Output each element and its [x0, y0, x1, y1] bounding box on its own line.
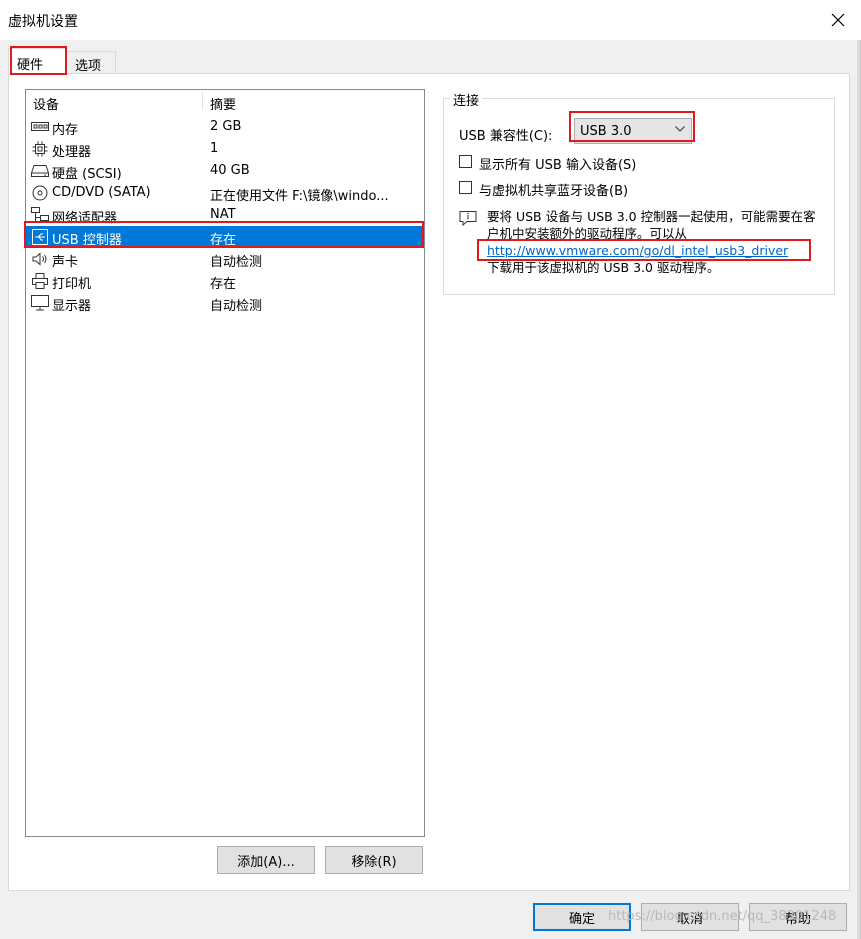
device-name: CD/DVD (SATA) — [52, 185, 151, 200]
add-button[interactable]: 添加(A)... — [217, 846, 315, 874]
device-summary: NAT — [210, 207, 236, 222]
device-summary: 存在 — [210, 233, 237, 248]
tab-hardware[interactable]: 硬件 — [8, 48, 66, 75]
title-bar: 虚拟机设置 — [0, 0, 861, 40]
chevron-down-icon — [675, 126, 685, 132]
cd-dvd-icon — [31, 185, 49, 201]
device-summary: 自动检测 — [210, 255, 263, 270]
column-header-device[interactable]: 设备 — [33, 94, 59, 113]
device-name: 网络适配器 — [52, 211, 118, 226]
device-list: 设备 摘要 内存 2 GB 处理器 1 硬盘 (SCSI) 40 GB CD/D… — [25, 89, 425, 837]
device-summary: 1 — [210, 141, 219, 156]
device-name: 打印机 — [52, 277, 92, 292]
usb3-info-line: 下载用于该虚拟机的 USB 3.0 驱动程序。 — [487, 260, 720, 275]
checkbox-box[interactable] — [459, 181, 472, 194]
network-adapter-icon — [31, 207, 49, 223]
connection-group-label: 连接 — [450, 90, 483, 109]
speaker-icon — [31, 251, 49, 267]
device-row-sound-card[interactable]: 声卡 自动检测 — [26, 248, 424, 270]
connection-group: 连接 USB 兼容性(C): USB 3.0 显示所有 USB 输入设备(S) … — [443, 90, 835, 295]
device-summary: 正在使用文件 F:\镜像\windo... — [210, 189, 389, 204]
monitor-icon — [31, 295, 49, 311]
checkbox-box[interactable] — [459, 155, 472, 168]
device-row-cd-dvd[interactable]: CD/DVD (SATA) 正在使用文件 F:\镜像\windo... — [26, 182, 424, 204]
device-row-display[interactable]: 显示器 自动检测 — [26, 292, 424, 314]
window-edge — [857, 40, 860, 939]
ok-button[interactable]: 确定 — [533, 903, 631, 931]
processor-icon — [31, 141, 49, 157]
usb3-driver-link[interactable]: http://www.vmware.com/go/dl_intel_usb3_d… — [487, 243, 788, 258]
device-name: 显示器 — [52, 299, 92, 314]
device-name: 内存 — [52, 123, 79, 138]
share-bluetooth-label: 与虚拟机共享蓝牙设备(B) — [479, 184, 629, 199]
usb-icon — [31, 229, 49, 245]
device-name: 处理器 — [52, 145, 92, 160]
device-row-usb-controller[interactable]: USB 控制器 存在 — [26, 226, 424, 248]
usb3-info-line: 要将 USB 设备与 USB 3.0 控制器一起使用，可能需要在客户机中安装额外… — [487, 209, 816, 241]
hardware-panel: 设备 摘要 内存 2 GB 处理器 1 硬盘 (SCSI) 40 GB CD/D… — [8, 73, 850, 891]
close-button[interactable] — [815, 0, 861, 40]
device-name: 声卡 — [52, 255, 79, 270]
column-separator[interactable] — [202, 92, 203, 110]
usb-compat-select[interactable]: USB 3.0 — [574, 118, 692, 144]
help-button[interactable]: 帮助 — [749, 903, 847, 931]
device-summary: 自动检测 — [210, 299, 263, 314]
remove-button[interactable]: 移除(R) — [325, 846, 423, 874]
device-row-printer[interactable]: 打印机 存在 — [26, 270, 424, 292]
close-icon — [831, 13, 845, 27]
printer-icon — [31, 273, 49, 289]
window-title: 虚拟机设置 — [8, 14, 78, 30]
usb-compat-value: USB 3.0 — [580, 124, 632, 139]
memory-icon — [31, 119, 49, 135]
device-list-header: 设备 摘要 — [26, 90, 424, 113]
cancel-button[interactable]: 取消 — [641, 903, 739, 931]
device-row-harddisk[interactable]: 硬盘 (SCSI) 40 GB — [26, 160, 424, 182]
share-bluetooth-checkbox[interactable]: 与虚拟机共享蓝牙设备(B) — [459, 179, 679, 199]
column-header-summary[interactable]: 摘要 — [210, 94, 236, 113]
device-row-processor[interactable]: 处理器 1 — [26, 138, 424, 160]
device-name: USB 控制器 — [52, 233, 122, 248]
tab-options[interactable]: 选项 — [66, 51, 116, 74]
vm-settings-window: 虚拟机设置 硬件 选项 设备 摘要 内存 2 GB 处理器 1 硬盘 (SCSI… — [0, 0, 861, 939]
device-summary: 存在 — [210, 277, 237, 292]
info-icon — [459, 211, 477, 226]
usb3-info-text: 要将 USB 设备与 USB 3.0 控制器一起使用，可能需要在客户机中安装额外… — [487, 208, 827, 276]
device-summary: 40 GB — [210, 163, 250, 178]
harddisk-icon — [31, 163, 49, 179]
device-summary: 2 GB — [210, 119, 242, 134]
device-row-network-adapter[interactable]: 网络适配器 NAT — [26, 204, 424, 226]
usb-compat-label: USB 兼容性(C): — [459, 129, 553, 144]
device-name: 硬盘 (SCSI) — [52, 167, 122, 182]
device-row-memory[interactable]: 内存 2 GB — [26, 116, 424, 138]
show-all-usb-label: 显示所有 USB 输入设备(S) — [479, 158, 637, 173]
show-all-usb-checkbox[interactable]: 显示所有 USB 输入设备(S) — [459, 153, 679, 173]
